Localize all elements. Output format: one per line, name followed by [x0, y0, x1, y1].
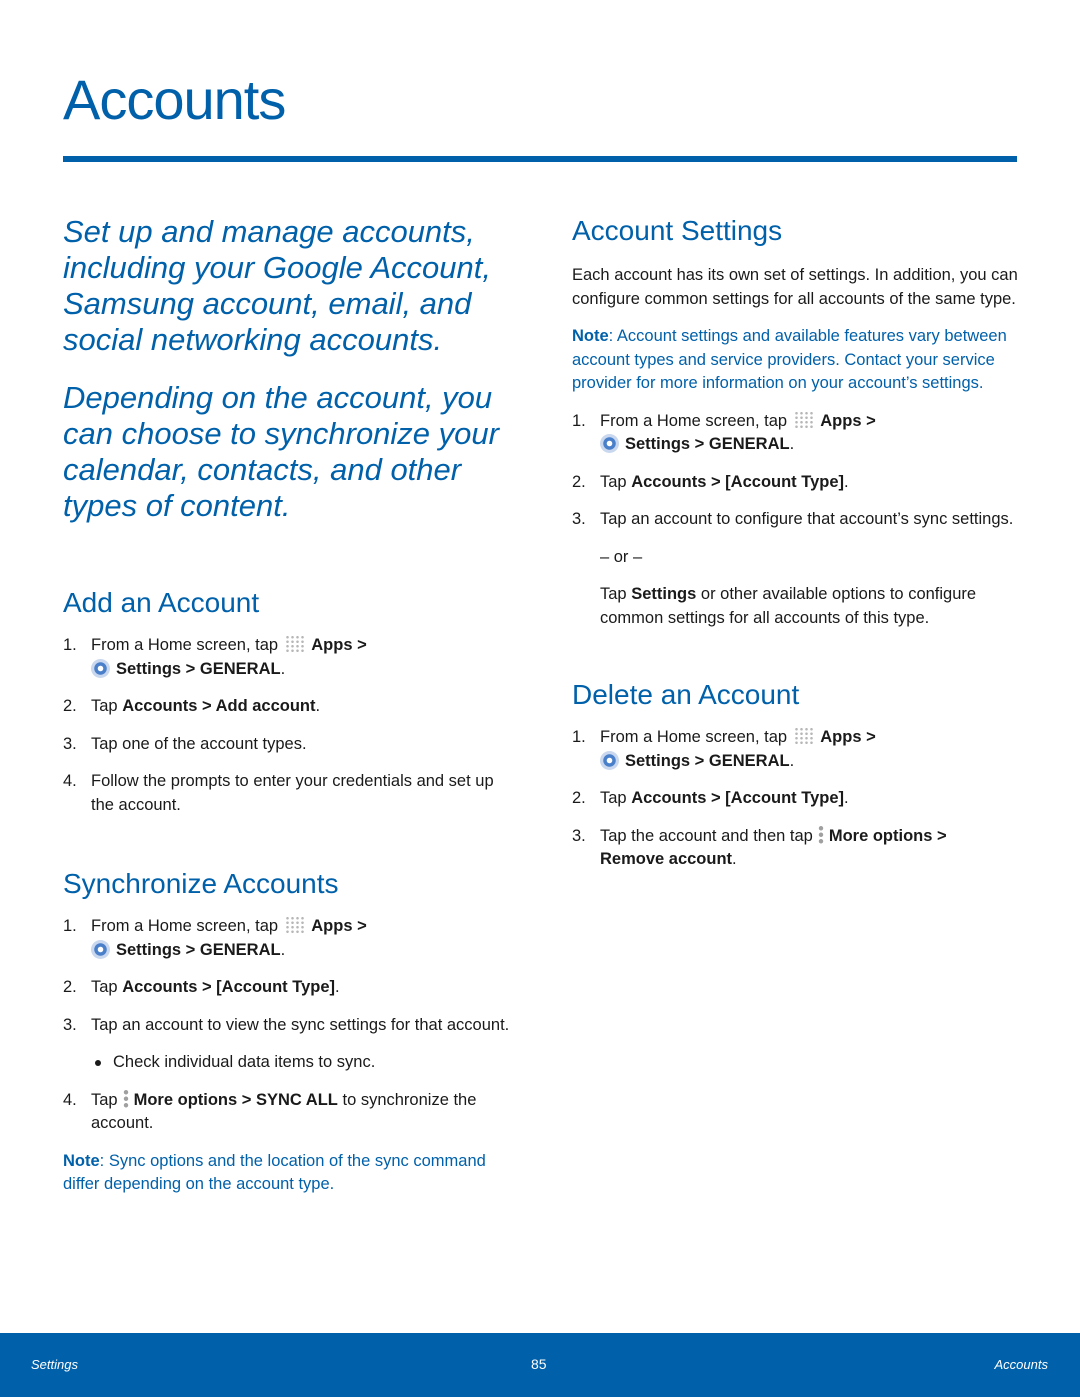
account-settings-section: Account Settings Each account has its ow…: [572, 214, 1018, 630]
settings-step-2: 2. Tap Accounts > [Account Type].: [572, 472, 849, 491]
sync-bullet: Check individual data items to sync.: [91, 1051, 513, 1075]
add-step-2: 2. Tap Accounts > Add account.: [63, 697, 321, 715]
add-account-heading: Add an Account: [63, 587, 260, 618]
add-step-3: 3. Tap one of the account types.: [63, 734, 307, 753]
settings-alternative: Tap Settings or other available options …: [600, 585, 977, 627]
right-column: Account Settings Each account has its ow…: [572, 214, 1018, 886]
settings-step-1: 1. From a Home screen, tap Apps > Settings…: [572, 410, 876, 453]
page-footer: Settings 85 Accounts: [0, 1333, 1080, 1397]
delete-account-heading: Delete an Account: [572, 679, 800, 710]
sync-step-4: 4. Tap More options > SYNC ALL to synchron…: [63, 1088, 477, 1132]
delete-step-1: 1. From a Home screen, tap Apps > Settings…: [572, 727, 876, 770]
apps-icon: [284, 635, 305, 653]
apps-icon: [793, 727, 814, 745]
settings-gear-icon: [91, 939, 110, 959]
more-options-icon: [816, 824, 825, 845]
settings-step-3: 3. Tap an account to configure that accou…: [572, 510, 1014, 528]
sync-accounts-heading: Synchronize Accounts: [63, 868, 339, 899]
intro-paragraph-1: Set up and manage accounts, including yo…: [63, 214, 491, 357]
sync-step-1: 1. From a Home screen, tap Apps > Settings…: [63, 916, 367, 959]
delete-account-section: Delete an Account 1. From a Home screen, …: [572, 678, 1018, 872]
footer-page-number: 85: [531, 1356, 547, 1372]
sync-accounts-section: Synchronize Accounts 1. From a Home scree…: [63, 867, 513, 1197]
sync-step-2: 2. Tap Accounts > [Account Type].: [63, 978, 340, 996]
account-settings-heading: Account Settings: [572, 215, 783, 246]
settings-gear-icon: [600, 434, 619, 453]
add-account-section: Add an Account 1. From a Home screen, tap…: [63, 586, 513, 817]
apps-icon: [793, 410, 814, 429]
delete-step-2: 2. Tap Accounts > [Account Type].: [572, 789, 849, 807]
more-options-icon: [121, 1088, 130, 1109]
apps-icon: [284, 916, 305, 934]
sync-step-3: 3. Tap an account to view the sync settin…: [63, 1015, 510, 1034]
footer-chapter-label: Accounts: [994, 1357, 1048, 1372]
title-divider: [63, 156, 1017, 162]
delete-step-3: 3. Tap the account and then tap More optio…: [572, 824, 947, 868]
left-column: Set up and manage accounts, including yo…: [63, 214, 513, 1211]
sync-note: Note: Sync options and the location of t…: [63, 1151, 486, 1194]
add-step-1: 1. From a Home screen, tap Apps > Settings…: [63, 635, 367, 678]
intro-paragraph-2: Depending on the account, you can choose…: [63, 380, 499, 523]
page-title: Accounts: [63, 68, 286, 131]
account-settings-note: Note: Account settings and available fea…: [572, 327, 1007, 392]
account-settings-paragraph: Each account has its own set of settings…: [572, 266, 1018, 308]
settings-gear-icon: [600, 750, 619, 770]
footer-section-label: Settings: [31, 1357, 78, 1372]
add-step-4: 4. Follow the prompts to enter your crede…: [63, 772, 494, 814]
or-separator: – or –: [600, 547, 643, 566]
settings-gear-icon: [91, 658, 110, 678]
